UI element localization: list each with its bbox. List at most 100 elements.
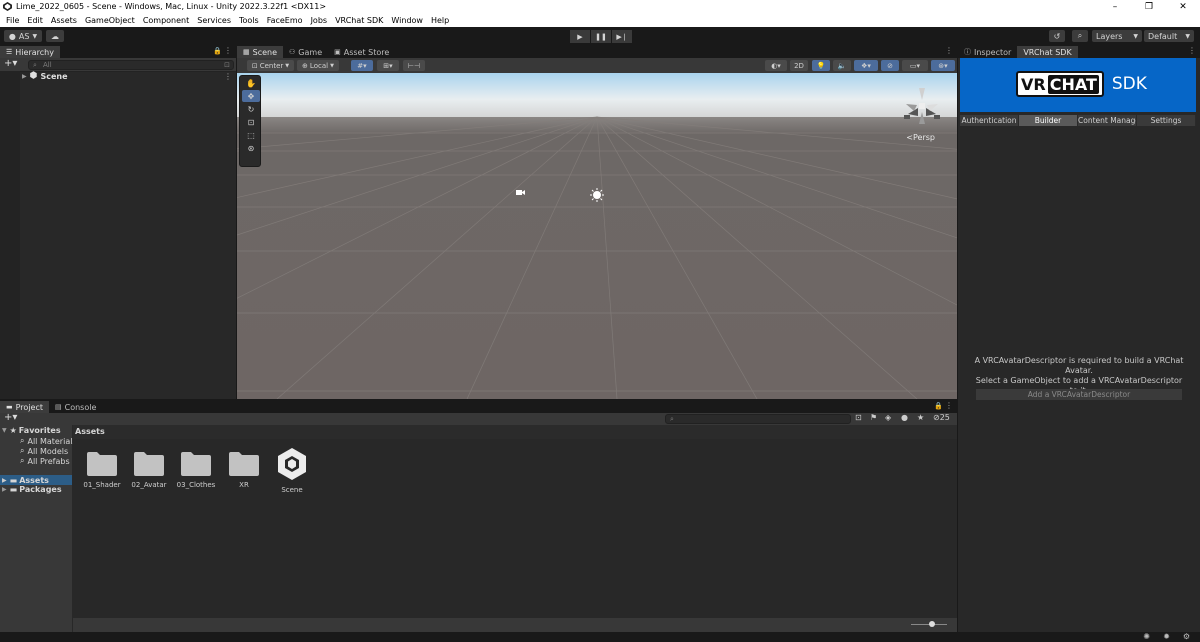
layout-dropdown[interactable]: Default ▼ <box>1144 30 1194 42</box>
effects-dropdown[interactable]: ❖▾ <box>854 60 878 71</box>
tree-packages[interactable]: ▶ ▬ Packages <box>2 485 62 494</box>
project-search-input[interactable]: ⌕ <box>665 414 851 424</box>
hand-tool-icon[interactable]: ✋ <box>242 77 260 89</box>
transform-tool-icon[interactable]: ⊛ <box>242 142 260 154</box>
tab-hierarchy[interactable]: ☰ Hierarchy <box>0 46 60 58</box>
menu-services[interactable]: Services <box>193 16 235 25</box>
asset-item[interactable]: 03_Clothes <box>172 452 220 489</box>
bug-icon[interactable]: ✹ <box>1163 632 1170 641</box>
star-icon[interactable]: ★ <box>917 413 924 422</box>
minimize-button[interactable]: – <box>1098 0 1132 13</box>
pivot-dropdown[interactable]: ⊡ Center ▼ <box>247 60 294 71</box>
grid-snap-toggle[interactable]: #▾ <box>351 60 373 71</box>
play-button[interactable]: ▶ <box>570 30 590 43</box>
close-button[interactable]: ✕ <box>1166 0 1200 13</box>
tree-favorites[interactable]: ▼ ★ Favorites <box>2 426 61 435</box>
draw-mode-dropdown[interactable]: ◐▾ <box>765 60 787 71</box>
sdk-tab-settings[interactable]: Settings <box>1137 115 1196 126</box>
projection-label[interactable]: <Persp <box>906 133 935 142</box>
tab-asset-store[interactable]: ▣ Asset Store <box>328 46 395 58</box>
menu-file[interactable]: File <box>2 16 23 25</box>
asset-label: Scene <box>281 486 303 494</box>
menu-edit[interactable]: Edit <box>23 16 47 25</box>
tab-inspector[interactable]: ⓘ Inspector <box>958 46 1017 58</box>
kebab-menu-icon[interactable]: ⋮ <box>1188 46 1196 55</box>
menu-help[interactable]: Help <box>427 16 453 25</box>
hierarchy-search-input[interactable]: ⌕ All ⊡ <box>28 60 234 70</box>
history-button[interactable]: ↺ <box>1049 30 1065 42</box>
lock-icon[interactable]: 🔒 <box>934 402 943 410</box>
search-by-label-icon[interactable]: ⚑ <box>870 413 877 422</box>
gear-icon[interactable]: ⚙ <box>1183 632 1190 641</box>
vrchat-sdk-banner: VR CHAT SDK <box>960 58 1196 112</box>
snap-increment-button[interactable]: ⊞▾ <box>377 60 399 71</box>
pause-button[interactable]: ❚❚ <box>591 30 611 43</box>
unity-scene-icon <box>278 448 306 480</box>
tree-all-models[interactable]: ⌕ All Models <box>20 446 68 456</box>
chevron-down-icon: ▼ <box>285 62 290 69</box>
menu-component[interactable]: Component <box>139 16 193 25</box>
tree-assets[interactable]: ▶ ▬ Assets <box>0 475 72 485</box>
menu-jobs[interactable]: Jobs <box>307 16 332 25</box>
gizmos-dropdown[interactable]: ⊛▾ <box>931 60 955 71</box>
scale-tool-icon[interactable]: ⊡ <box>242 116 260 128</box>
slider-thumb[interactable] <box>929 621 935 627</box>
scene-viewport[interactable]: ✋ ✥ ↻ ⊡ ⬚ ⊛ <Persp <box>237 73 957 399</box>
step-button[interactable]: ▶❘ <box>612 30 632 43</box>
layers-dropdown[interactable]: Layers ▼ <box>1092 30 1142 42</box>
move-tool-icon[interactable]: ✥ <box>242 90 260 102</box>
rotate-tool-icon[interactable]: ↻ <box>242 103 260 115</box>
search-button[interactable]: ⌕ <box>1072 30 1088 42</box>
hidden-packages-count: 25 <box>939 413 950 422</box>
tab-game[interactable]: ⚇ Game <box>283 46 328 58</box>
kebab-menu-icon[interactable]: ⋮ <box>945 46 953 55</box>
menu-window[interactable]: Window <box>387 16 427 25</box>
increment-snap-button[interactable]: ⊢⊣ <box>403 60 425 71</box>
search-by-type-icon[interactable]: ⊡ <box>855 413 862 422</box>
tree-all-prefabs[interactable]: ⌕ All Prefabs <box>20 456 70 466</box>
kebab-menu-icon[interactable]: ⋮ <box>945 401 953 410</box>
kebab-menu-icon[interactable]: ⋮ <box>224 72 232 81</box>
camera-dropdown[interactable]: ▭▾ <box>902 60 928 71</box>
tab-console[interactable]: ▤ Console <box>49 401 102 413</box>
add-plus-icon[interactable]: +▾ <box>4 412 17 423</box>
space-dropdown[interactable]: ⊕ Local ▼ <box>297 60 339 71</box>
sdk-tab-authentication[interactable]: Authentication <box>960 115 1019 126</box>
assets-breadcrumb[interactable]: Assets <box>73 425 957 439</box>
activity-icon[interactable]: ✺ <box>1143 632 1150 641</box>
lock-icon[interactable]: 🔒 <box>213 47 222 55</box>
asset-item[interactable]: Scene <box>268 447 316 494</box>
info-icon[interactable]: ● <box>901 413 908 422</box>
asset-item[interactable]: 01_Shader <box>78 452 126 489</box>
maximize-button[interactable]: ❐ <box>1132 0 1166 13</box>
hidden-packages-icon[interactable]: ⊘25 <box>933 413 950 422</box>
history-icon: ↺ <box>1053 31 1061 41</box>
menu-faceemo[interactable]: FaceEmo <box>263 16 307 25</box>
account-dropdown[interactable]: ● AS ▼ <box>4 30 42 42</box>
search-filter-icon[interactable]: ⊡ <box>224 61 230 69</box>
hierarchy-item-scene[interactable]: ▶ ⬢ Scene ⋮ <box>0 70 236 82</box>
tag-icon[interactable]: ◈ <box>885 413 891 422</box>
rect-tool-icon[interactable]: ⬚ <box>242 129 260 141</box>
tab-vrchat-sdk[interactable]: VRChat SDK <box>1017 46 1078 58</box>
asset-item[interactable]: 02_Avatar <box>125 452 173 489</box>
visibility-toggle[interactable]: ⊘ <box>881 60 899 71</box>
asset-item[interactable]: XR <box>220 452 268 489</box>
lighting-toggle[interactable]: 💡 <box>812 60 830 71</box>
icon-size-slider[interactable] <box>911 621 947 627</box>
sdk-tab-builder[interactable]: Builder <box>1019 115 1078 126</box>
kebab-menu-icon[interactable]: ⋮ <box>224 46 232 55</box>
tree-all-materials[interactable]: ⌕ All Materials <box>20 436 77 446</box>
audio-toggle[interactable]: 🔈 <box>833 60 851 71</box>
menu-assets[interactable]: Assets <box>47 16 81 25</box>
tab-scene[interactable]: ▦ Scene <box>237 46 284 58</box>
add-avatar-descriptor-button[interactable]: Add a VRCAvatarDescriptor <box>976 389 1182 400</box>
menu-vrchat-sdk[interactable]: VRChat SDK <box>331 16 387 25</box>
scene-grid-render <box>237 73 957 399</box>
toggle-2d-button[interactable]: 2D <box>790 60 808 71</box>
menu-tools[interactable]: Tools <box>235 16 263 25</box>
cloud-button[interactable]: ☁ <box>46 30 64 42</box>
add-plus-icon[interactable]: +▾ <box>4 58 17 69</box>
sdk-tab-content-manager[interactable]: Content Manager <box>1078 115 1137 126</box>
menu-gameobject[interactable]: GameObject <box>81 16 139 25</box>
